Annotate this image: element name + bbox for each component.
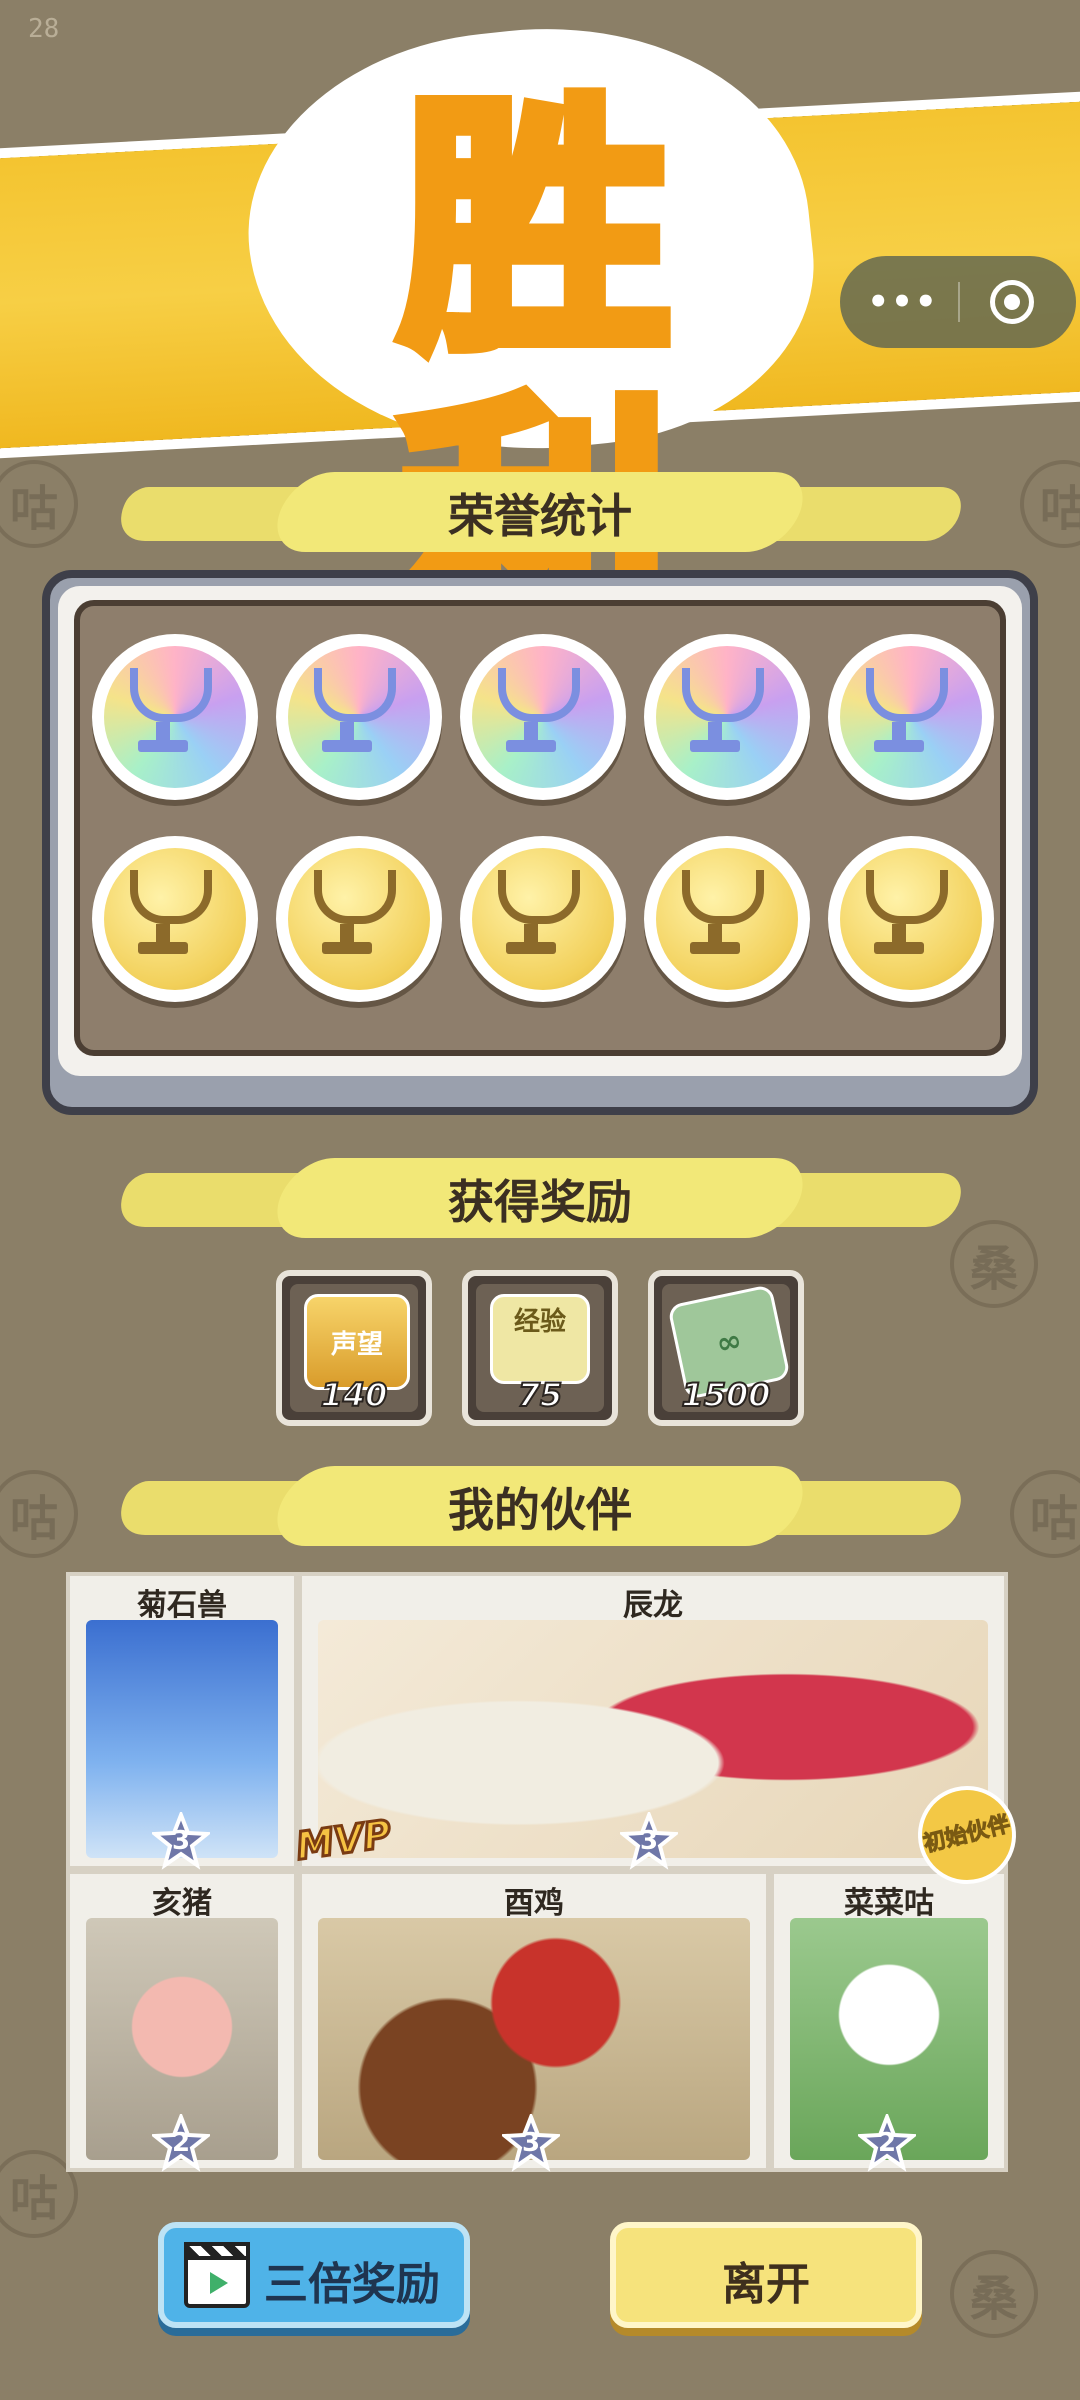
honor-panel [42, 570, 1038, 1115]
rainbow-trophy-medal-icon [644, 634, 810, 800]
trophy-cup-icon [866, 668, 948, 722]
trophy-base [138, 942, 188, 954]
trophy-cup-icon [682, 870, 764, 924]
clapperboard-video-icon [184, 2242, 250, 2308]
capsule-divider [958, 282, 960, 322]
trophy-base [506, 942, 556, 954]
rewards-section-title: 获得奖励 [448, 1175, 632, 1229]
honor-section-heading: 荣誉统计 [100, 462, 980, 562]
rainbow-trophy-medal-icon [460, 634, 626, 800]
trophy-base [874, 740, 924, 752]
honor-medal-grid [74, 600, 1006, 1056]
rainbow-trophy-medal-icon [828, 634, 994, 800]
trophy-base [874, 942, 924, 954]
trophy-cup-icon [866, 870, 948, 924]
partner-name: 菜菜咕 [844, 1886, 934, 1921]
trophy-stem [156, 722, 170, 742]
trophy-base [322, 740, 372, 752]
trophy-base [138, 740, 188, 752]
gold-trophy-medal-icon [828, 836, 994, 1002]
trophy-base [322, 942, 372, 954]
trophy-cup-icon [130, 870, 212, 924]
reward-item-reputation[interactable]: 声望 140 [276, 1270, 432, 1426]
trophy-cup-icon [498, 668, 580, 722]
fps-counter: 28 [28, 14, 60, 44]
trophy-stem [156, 924, 170, 944]
level-star-icon: 3 [617, 1809, 681, 1870]
trophy-stem [340, 722, 354, 742]
experience-dino-icon: 经验 [490, 1294, 590, 1384]
gold-trophy-medal-icon [644, 836, 810, 1002]
more-options-icon[interactable]: ••• [867, 276, 938, 328]
rainbow-trophy-medal-icon [276, 634, 442, 800]
reward-item-experience[interactable]: 经验 75 [462, 1270, 618, 1426]
partners-section-title: 我的伙伴 [448, 1483, 632, 1537]
trophy-stem [524, 722, 538, 742]
trophy-cup-icon [498, 870, 580, 924]
rewards-section-heading: 获得奖励 [100, 1148, 980, 1248]
reward-count: 1500 [680, 1375, 771, 1415]
trophy-stem [708, 722, 722, 742]
leave-button[interactable]: 离开 [610, 2222, 922, 2328]
triple-reward-button[interactable]: 三倍奖励 [158, 2222, 470, 2328]
trophy-cup-icon [130, 668, 212, 722]
leave-label: 离开 [722, 2259, 810, 2310]
triple-reward-label: 三倍奖励 [264, 2259, 440, 2310]
reward-count: 140 [320, 1375, 389, 1415]
gold-trophy-medal-icon [92, 836, 258, 1002]
trophy-stem [892, 722, 906, 742]
reward-item-banknote[interactable]: ∞ 1500 [648, 1270, 804, 1426]
gold-trophy-medal-icon [460, 836, 626, 1002]
background-watermark: 咕 [0, 460, 78, 548]
level-star-icon: 3 [499, 2111, 563, 2172]
background-watermark: 咕 [1020, 460, 1080, 548]
honor-section-title: 荣誉统计 [448, 489, 632, 543]
trophy-cup-icon [314, 870, 396, 924]
mini-program-capsule: ••• [840, 256, 1076, 348]
reward-count: 75 [517, 1375, 564, 1415]
trophy-base [506, 740, 556, 752]
partner-name: 菊石兽 [137, 1588, 227, 1623]
partner-level: 3 [171, 1826, 191, 1856]
partner-level: 3 [639, 1826, 659, 1856]
trophy-base [690, 942, 740, 954]
trophy-stem [708, 924, 722, 944]
background-watermark: 桑 [950, 2250, 1038, 2338]
trophy-stem [524, 924, 538, 944]
partners-section-heading: 我的伙伴 [100, 1456, 980, 1556]
partner-name: 辰龙 [623, 1588, 683, 1623]
level-star-icon: 2 [149, 2111, 213, 2172]
trophy-stem [340, 924, 354, 944]
background-watermark: 咕 [0, 1470, 78, 1558]
trophy-cup-icon [314, 668, 396, 722]
rainbow-trophy-medal-icon [92, 634, 258, 800]
trophy-base [690, 740, 740, 752]
close-target-icon[interactable] [990, 280, 1034, 324]
background-watermark: 咕 [1010, 1470, 1080, 1558]
level-star-icon: 3 [149, 1809, 213, 1870]
partner-level: 2 [877, 2128, 897, 2158]
gold-trophy-medal-icon [276, 836, 442, 1002]
partner-level: 3 [521, 2128, 541, 2158]
partner-level: 2 [171, 2128, 191, 2158]
trophy-stem [892, 924, 906, 944]
level-star-icon: 2 [855, 2111, 919, 2172]
trophy-cup-icon [682, 668, 764, 722]
partner-name: 亥猪 [152, 1886, 212, 1921]
partner-name: 酉鸡 [504, 1886, 564, 1921]
